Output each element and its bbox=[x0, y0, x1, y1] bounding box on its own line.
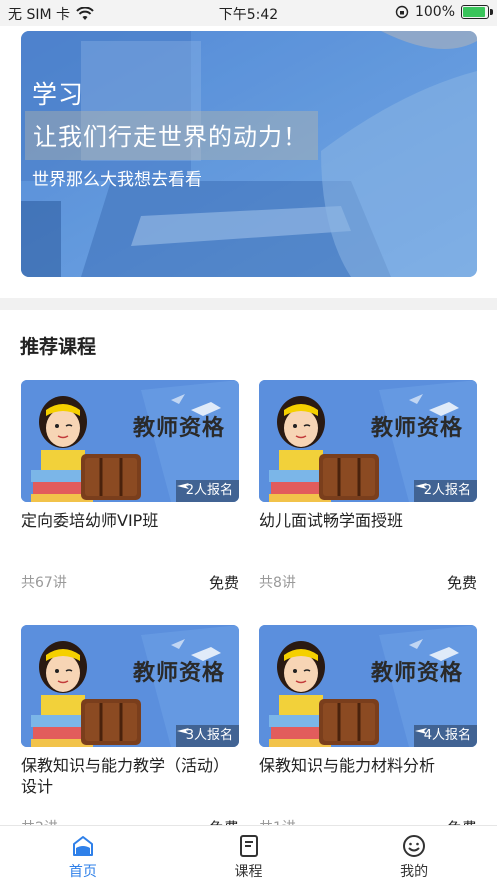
course-title: 幼儿面试畅学面授班 bbox=[259, 511, 404, 530]
thumb-caption: 教师资格 bbox=[133, 661, 226, 686]
battery-icon bbox=[461, 5, 493, 19]
thumb-caption: 教师资格 bbox=[371, 661, 464, 686]
recommended-heading: 推荐课程 bbox=[20, 336, 97, 358]
status-bar: 无 SIM 卡 下午5:42 100% bbox=[0, 0, 497, 26]
tab-home[interactable]: 首页 bbox=[0, 826, 166, 884]
tab-home-label: 首页 bbox=[68, 864, 97, 880]
course-thumb: 教师资格 2人报名 bbox=[259, 380, 477, 502]
enrolled-count: 2人报名 bbox=[423, 483, 471, 498]
banner-subtitle: 世界那么大我想去看看 bbox=[32, 170, 202, 190]
banner-headline: 让我们行走世界的动力！ bbox=[25, 111, 318, 160]
course-meta: 共67讲 免费 bbox=[21, 572, 239, 592]
course-card[interactable]: 教师资格 3人报名 保教知识与能力教学（活动）设计 共2讲 免费 bbox=[21, 625, 239, 837]
bottom-tab-bar: 首页 课程 我的 bbox=[0, 825, 497, 884]
course-title: 保教知识与能力教学（活动）设计 bbox=[21, 756, 230, 796]
home-icon bbox=[72, 836, 93, 856]
tab-courses-label: 课程 bbox=[234, 864, 263, 880]
lesson-count: 共67讲 bbox=[21, 575, 67, 591]
enrolled-badge: 2人报名 bbox=[413, 480, 477, 502]
hero-banner[interactable]: 学习 让我们行走世界的动力！ 世界那么大我想去看看 bbox=[21, 31, 477, 277]
enrolled-badge: 2人报名 bbox=[175, 480, 239, 502]
orientation-lock-icon bbox=[395, 5, 409, 19]
enrolled-badge: 3人报名 bbox=[175, 725, 239, 747]
enrolled-count: 3人报名 bbox=[185, 728, 233, 743]
course-card[interactable]: 教师资格 4人报名 保教知识与能力材料分析 共1讲 免费 bbox=[259, 625, 477, 837]
tab-courses[interactable]: 课程 bbox=[166, 826, 332, 884]
course-title: 定向委培幼师VIP班 bbox=[21, 511, 159, 530]
course-card[interactable]: 教师资格 2人报名 幼儿面试畅学面授班 共8讲 免费 bbox=[259, 380, 477, 592]
course-thumb: 教师资格 3人报名 bbox=[21, 625, 239, 747]
plane-icon bbox=[414, 728, 427, 734]
book-icon bbox=[239, 835, 258, 857]
tab-mine-label: 我的 bbox=[400, 864, 429, 880]
enrolled-badge: 4人报名 bbox=[413, 725, 477, 747]
tab-mine[interactable]: 我的 bbox=[331, 826, 497, 884]
lesson-count: 共8讲 bbox=[259, 575, 296, 591]
enrolled-count: 2人报名 bbox=[185, 483, 233, 498]
plane-icon bbox=[414, 483, 427, 489]
thumb-caption: 教师资格 bbox=[371, 416, 464, 441]
enrolled-count: 4人报名 bbox=[423, 728, 471, 743]
section-divider bbox=[0, 298, 497, 310]
course-thumb: 教师资格 2人报名 bbox=[21, 380, 239, 502]
course-price: 免费 bbox=[208, 574, 239, 592]
plane-icon bbox=[176, 728, 189, 734]
course-title: 保教知识与能力材料分析 bbox=[259, 756, 436, 775]
battery-percent: 100% bbox=[414, 4, 455, 20]
course-card[interactable]: 教师资格 2人报名 定向委培幼师VIP班 共67讲 免费 bbox=[21, 380, 239, 592]
course-price: 免费 bbox=[446, 574, 477, 592]
course-meta: 共8讲 免费 bbox=[259, 572, 477, 592]
banner-title: 学习 bbox=[32, 80, 85, 109]
plane-icon bbox=[176, 483, 189, 489]
course-thumb: 教师资格 4人报名 bbox=[259, 625, 477, 747]
thumb-caption: 教师资格 bbox=[133, 416, 226, 441]
smile-icon bbox=[403, 835, 426, 857]
